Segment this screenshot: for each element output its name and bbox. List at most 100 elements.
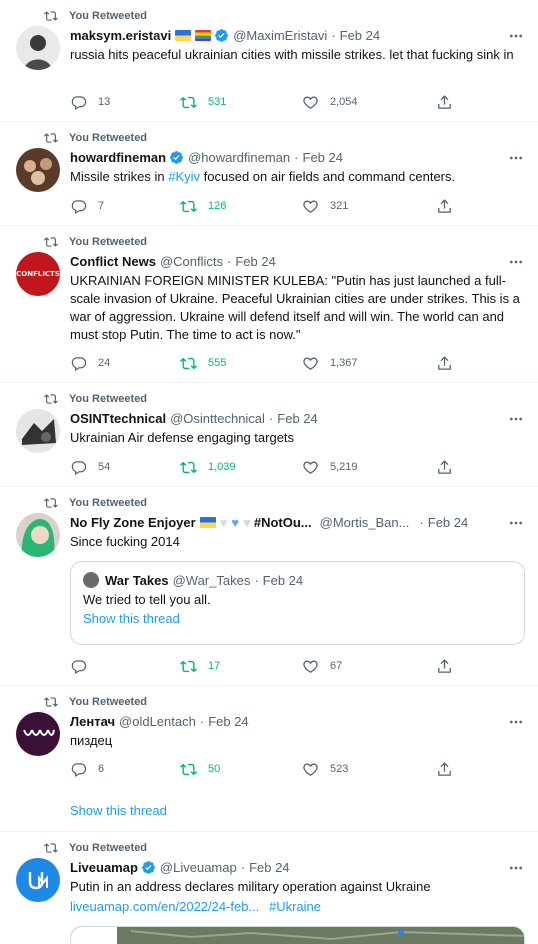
author-name[interactable]: Лентач	[70, 714, 115, 729]
retweet-count: 555	[208, 357, 227, 369]
tweet-date[interactable]: Feb 24	[303, 150, 343, 165]
share-button[interactable]	[436, 94, 464, 111]
like-button[interactable]: 2,054	[302, 94, 358, 111]
retweet-button[interactable]: 531	[180, 94, 226, 111]
show-thread-link[interactable]: Show this thread	[70, 803, 167, 818]
avatar[interactable]	[16, 409, 60, 453]
author-handle[interactable]: @oldLentach	[119, 714, 196, 729]
tweet-date[interactable]: Feb 24	[428, 515, 468, 530]
like-button[interactable]: 523	[302, 761, 348, 778]
tweet[interactable]: You Retweeted Liveuamap @Liveuamap · Feb…	[0, 832, 538, 944]
share-button[interactable]	[436, 658, 464, 675]
avatar[interactable]	[16, 148, 60, 192]
tweet[interactable]: You Retweeted CONFLICTS Conflict News @C…	[0, 226, 538, 383]
retweet-count: 1,039	[208, 461, 236, 473]
avatar[interactable]	[16, 513, 60, 557]
more-icon[interactable]	[508, 28, 524, 44]
more-icon[interactable]	[508, 714, 524, 730]
reply-button[interactable]: 6	[70, 761, 104, 778]
retweet-button[interactable]: 126	[180, 198, 226, 215]
author-name[interactable]: howardfineman	[70, 150, 166, 165]
author-name[interactable]: OSINTtechnical	[70, 411, 166, 426]
tweet-date[interactable]: Feb 24	[277, 411, 317, 426]
author-handle[interactable]: @MaximEristavi	[233, 28, 327, 43]
tweet-date[interactable]: Feb 24	[208, 714, 248, 729]
tweet[interactable]: You Retweeted No Fly Zone Enjoyer ♥ ♥ ♥ …	[0, 487, 538, 686]
more-icon[interactable]	[508, 860, 524, 876]
tweet-date[interactable]: Feb 24	[249, 860, 289, 875]
show-thread-link[interactable]: Show this thread	[83, 611, 512, 626]
retweet-icon	[44, 237, 58, 247]
author-name[interactable]: No Fly Zone Enjoyer	[70, 515, 196, 530]
avatar[interactable]	[16, 26, 60, 70]
more-icon[interactable]	[508, 515, 524, 531]
like-button[interactable]: 5,219	[302, 459, 358, 476]
author-handle[interactable]: @Mortis_Ban...	[320, 515, 410, 530]
tweet[interactable]: You Retweeted Лентач @oldLentach · Feb 2…	[0, 686, 538, 832]
tweet-date[interactable]: Feb 24	[340, 28, 380, 43]
liveuamap-logo-icon	[28, 872, 48, 890]
retweet-icon	[180, 96, 197, 108]
like-count: 2,054	[330, 96, 358, 108]
retweet-icon	[180, 660, 197, 672]
like-count: 523	[330, 763, 349, 775]
author-name[interactable]: maksym.eristavi	[70, 28, 171, 43]
author-handle[interactable]: @Conflicts	[160, 254, 223, 269]
retweet-indicator: You Retweeted	[44, 496, 147, 510]
share-button[interactable]	[436, 198, 464, 215]
tweet-actions: 17 67	[70, 657, 458, 675]
more-icon[interactable]	[508, 254, 524, 270]
tweet[interactable]: You Retweeted maksym.eristavi @MaximEris…	[0, 0, 538, 122]
tweet-text: russia hits peaceful ukrainian cities wi…	[70, 47, 514, 62]
retweet-button[interactable]: 555	[180, 355, 226, 372]
share-button[interactable]	[436, 459, 464, 476]
reply-icon	[71, 762, 87, 777]
tweet-actions: 24 555 1,367	[70, 354, 458, 372]
like-button[interactable]: 1,367	[302, 355, 358, 372]
reply-button[interactable]: 13	[70, 94, 110, 111]
avatar[interactable]	[16, 858, 60, 902]
retweet-count: 50	[208, 763, 221, 775]
author-handle[interactable]: @howardfineman	[188, 150, 290, 165]
avatar[interactable]: CONFLICTS	[16, 252, 60, 296]
like-button[interactable]: 321	[302, 198, 348, 215]
avatar-logo-text: CONFLICTS	[16, 270, 60, 278]
author-name[interactable]: Liveuamap	[70, 860, 138, 875]
like-button[interactable]: 67	[302, 658, 342, 675]
tweet[interactable]: You Retweeted howardfineman @howardfinem…	[0, 122, 538, 226]
more-icon[interactable]	[508, 150, 524, 166]
hashtag-link[interactable]: #Kyiv	[168, 169, 200, 184]
retweet-label: You Retweeted	[69, 497, 148, 509]
avatar[interactable]	[16, 712, 60, 756]
quoted-tweet[interactable]: War Takes @War_Takes · Feb 24 We tried t…	[70, 561, 525, 645]
author-name[interactable]: Conflict News	[70, 254, 156, 269]
author-handle[interactable]: @Osinttechnical	[170, 411, 265, 426]
reply-icon	[71, 356, 87, 371]
reply-button[interactable]: 54	[70, 459, 110, 476]
retweet-icon	[44, 697, 58, 707]
share-icon	[438, 459, 451, 474]
retweet-button[interactable]: 50	[180, 761, 220, 778]
reply-count: 6	[98, 763, 105, 775]
hashtag-link[interactable]: #Ukraine	[269, 899, 321, 914]
reply-icon	[71, 95, 87, 110]
tweet[interactable]: You Retweeted OSINTtechnical @Osinttechn…	[0, 383, 538, 487]
retweet-indicator: You Retweeted	[44, 235, 147, 249]
heart-icon	[303, 357, 318, 370]
retweet-button[interactable]: 1,039	[180, 459, 236, 476]
author-handle[interactable]: @Liveuamap	[160, 860, 237, 875]
ukraine-flag-icon	[175, 29, 192, 41]
reply-button[interactable]	[70, 658, 98, 675]
retweet-indicator: You Retweeted	[44, 9, 147, 23]
reply-button[interactable]: 7	[70, 198, 104, 215]
tweet-date[interactable]: Feb 24	[235, 254, 275, 269]
tweet-url-link[interactable]: liveuamap.com/en/2022/24-feb...	[70, 899, 259, 914]
more-icon[interactable]	[508, 411, 524, 427]
share-button[interactable]	[436, 355, 464, 372]
author-name-suffix[interactable]: #NotOu...	[254, 515, 312, 530]
retweet-button[interactable]: 17	[180, 658, 220, 675]
media-map-image[interactable]	[70, 926, 525, 944]
like-count: 1,367	[330, 357, 358, 369]
reply-button[interactable]: 24	[70, 355, 110, 372]
share-button[interactable]	[436, 761, 464, 778]
